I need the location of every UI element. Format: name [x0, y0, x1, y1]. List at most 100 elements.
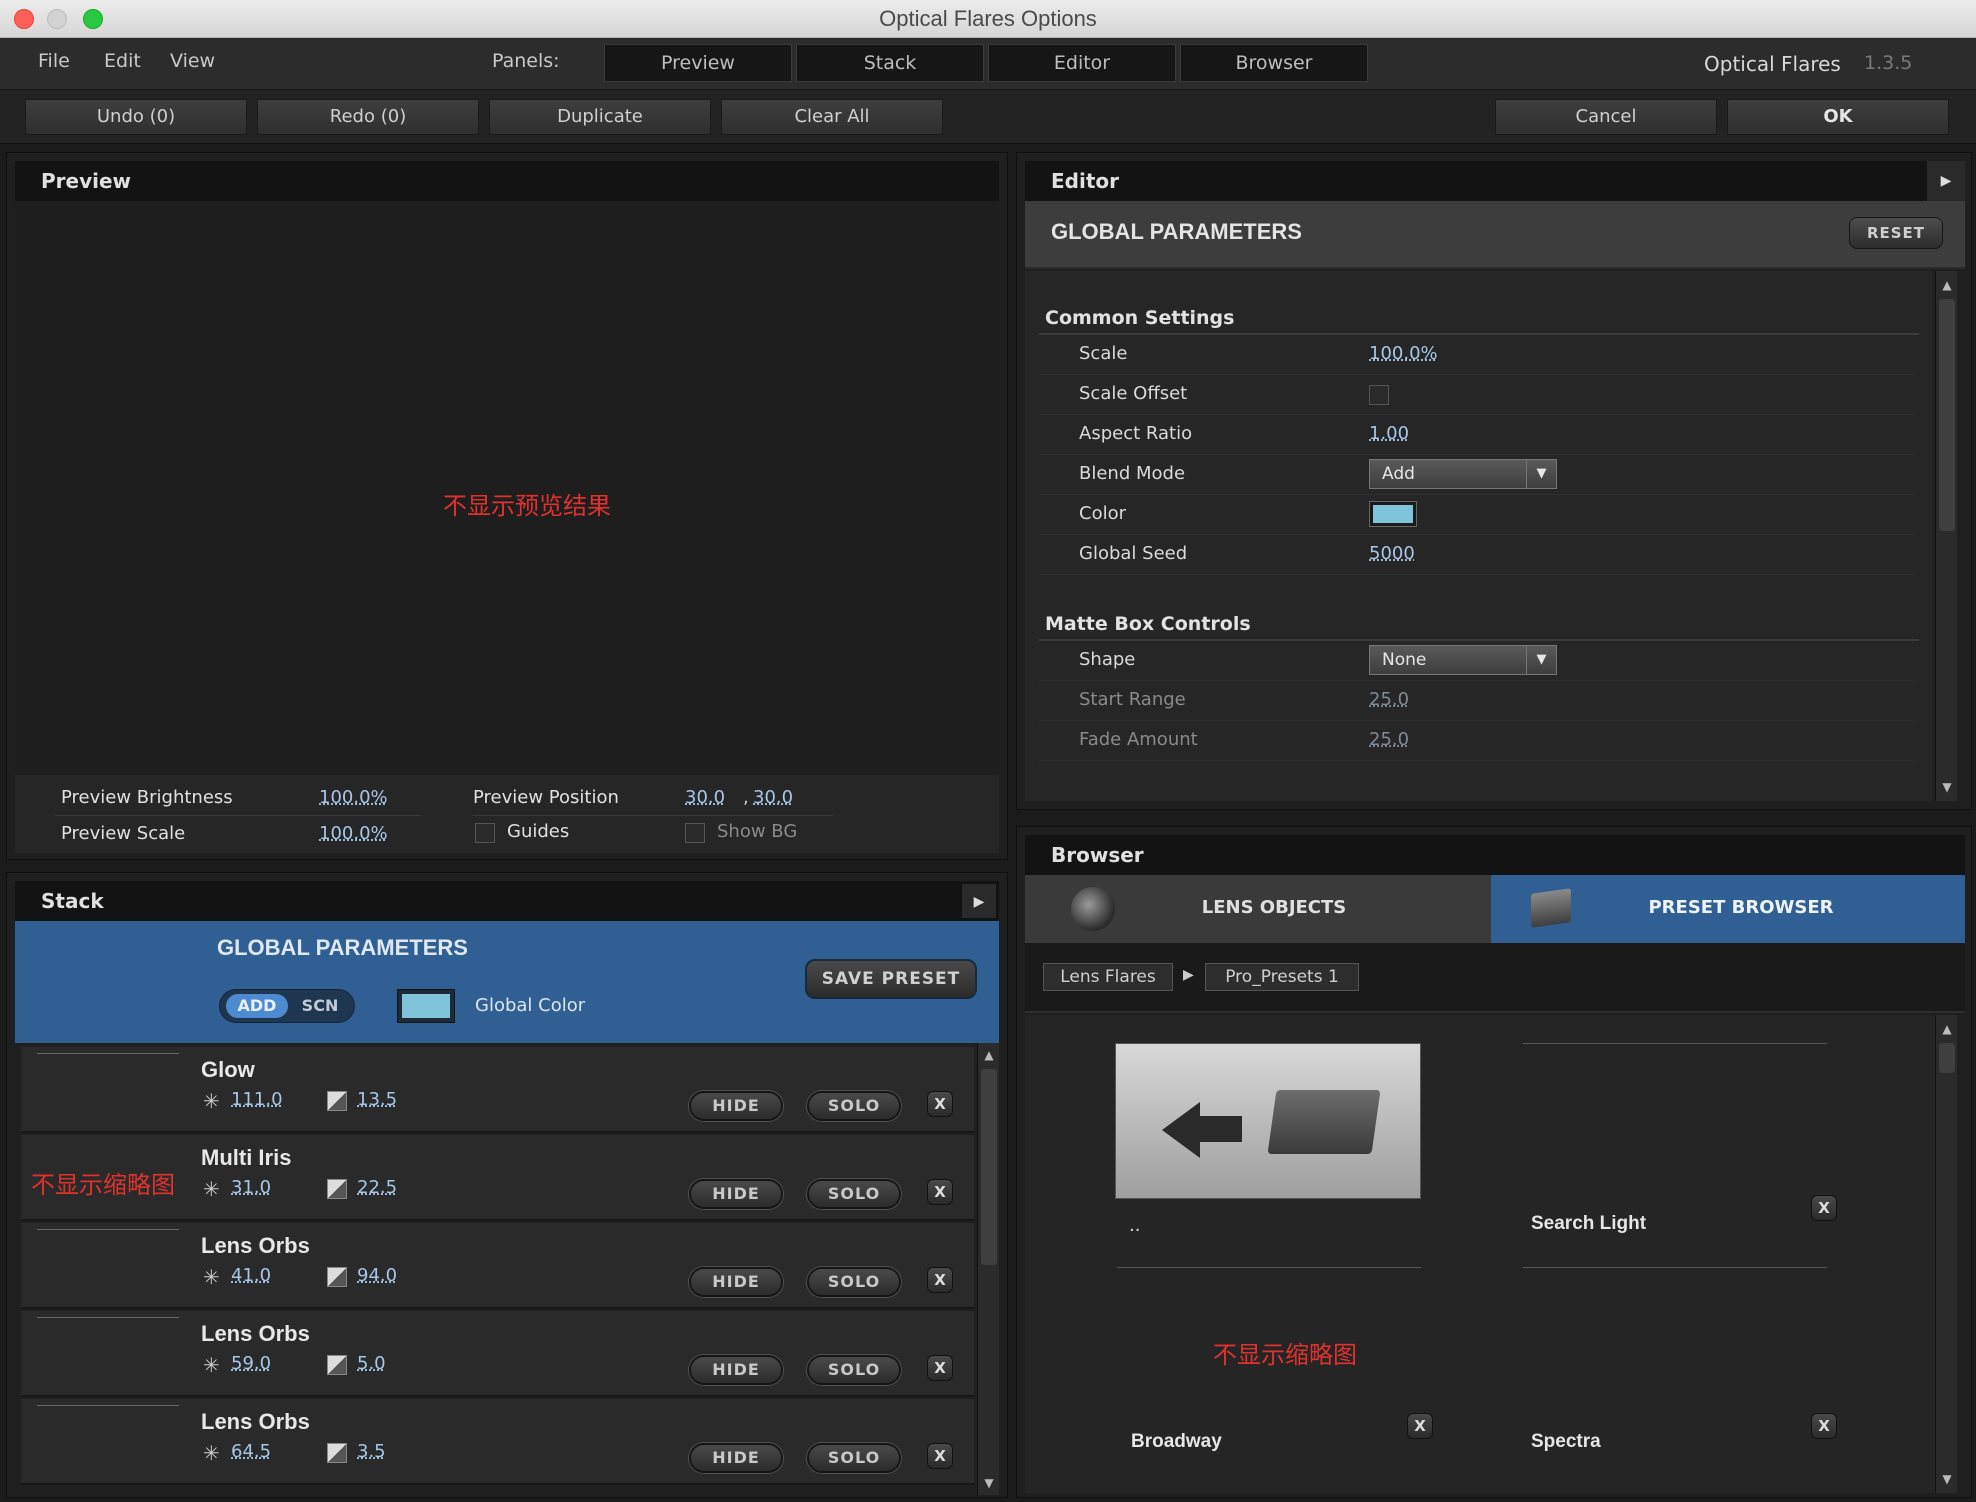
duplicate-button[interactable]: Duplicate: [489, 99, 711, 135]
toolbar: Undo (0) Redo (0) Duplicate Clear All Ca…: [0, 90, 1976, 144]
panel-tab-stack[interactable]: Stack: [796, 44, 984, 82]
scroll-down-icon[interactable]: ▼: [1936, 1469, 1958, 1489]
fade-amount-value[interactable]: 25.0: [1369, 729, 1409, 750]
color-swatch[interactable]: [1369, 501, 1417, 527]
stack-row-scale[interactable]: 3.5: [357, 1441, 386, 1462]
solo-button[interactable]: SOLO: [807, 1179, 901, 1209]
menu-view[interactable]: View: [170, 50, 215, 72]
stack-row-brightness[interactable]: 64.5: [231, 1441, 271, 1462]
panel-tab-preview[interactable]: Preview: [604, 44, 792, 82]
stack-row-brightness[interactable]: 31.0: [231, 1177, 271, 1198]
menu-edit[interactable]: Edit: [104, 50, 141, 72]
stack-row[interactable]: Lens Orbs ✳ 59.0 5.0 HIDE SOLO X: [21, 1311, 974, 1397]
remove-preset-button[interactable]: X: [1407, 1413, 1433, 1439]
save-preset-button[interactable]: SAVE PRESET: [805, 959, 977, 999]
undo-button[interactable]: Undo (0): [25, 99, 247, 135]
scroll-up-icon[interactable]: ▲: [1936, 275, 1958, 295]
redo-button[interactable]: Redo (0): [257, 99, 479, 135]
preview-panel-title: Preview: [15, 161, 999, 201]
panel-tab-browser[interactable]: Browser: [1180, 44, 1368, 82]
solo-button[interactable]: SOLO: [807, 1355, 901, 1385]
start-range-value[interactable]: 25.0: [1369, 689, 1409, 710]
add-mode-button[interactable]: ADD: [226, 994, 288, 1018]
preview-position-x[interactable]: 30.0: [685, 787, 725, 808]
aspect-ratio-label: Aspect Ratio: [1079, 423, 1193, 444]
editor-scrollbar[interactable]: ▲ ▼: [1935, 271, 1957, 801]
breadcrumb-lens-flares[interactable]: Lens Flares: [1043, 963, 1173, 991]
stack-expand-arrow-icon[interactable]: ▶: [961, 883, 997, 919]
stack-global-header[interactable]: GLOBAL PARAMETERS ADD SCN Global Color S…: [15, 921, 999, 1043]
remove-button[interactable]: X: [927, 1091, 953, 1117]
preview-scale-value[interactable]: 100.0%: [319, 823, 388, 844]
cancel-button[interactable]: Cancel: [1495, 99, 1717, 135]
menu-file[interactable]: File: [38, 50, 70, 72]
global-seed-label: Global Seed: [1079, 543, 1188, 564]
scroll-up-icon[interactable]: ▲: [1936, 1019, 1958, 1039]
solo-button[interactable]: SOLO: [807, 1443, 901, 1473]
scroll-thumb[interactable]: [981, 1069, 997, 1265]
show-bg-checkbox[interactable]: [685, 823, 705, 843]
shape-select[interactable]: None ▼: [1369, 645, 1557, 675]
stack-row-scale[interactable]: 22.5: [357, 1177, 397, 1198]
tab-preset-browser-label: PRESET BROWSER: [1648, 897, 1834, 918]
stack-row-scale[interactable]: 94.0: [357, 1265, 397, 1286]
remove-button[interactable]: X: [927, 1443, 953, 1469]
scroll-up-icon[interactable]: ▲: [978, 1045, 1000, 1065]
ok-button[interactable]: OK: [1727, 99, 1949, 135]
clear-all-button[interactable]: Clear All: [721, 99, 943, 135]
stack-row[interactable]: 不显示缩略图 Multi Iris ✳ 31.0 22.5 HIDE SOLO …: [21, 1135, 974, 1221]
solo-button[interactable]: SOLO: [807, 1267, 901, 1297]
scroll-thumb[interactable]: [1939, 1043, 1955, 1073]
tab-lens-objects[interactable]: LENS OBJECTS: [1025, 875, 1491, 943]
stack-row[interactable]: Lens Orbs ✳ 41.0 94.0 HIDE SOLO X: [21, 1223, 974, 1309]
stack-row[interactable]: Lens Orbs ✳ 64.5 3.5 HIDE SOLO X: [21, 1399, 974, 1485]
stack-row-brightness[interactable]: 41.0: [231, 1265, 271, 1286]
preview-viewport[interactable]: 不显示预览结果: [15, 201, 999, 775]
preset-item-spectra[interactable]: Spectra: [1531, 1431, 1601, 1453]
hide-button[interactable]: HIDE: [689, 1091, 783, 1121]
panel-tab-editor[interactable]: Editor: [988, 44, 1176, 82]
preset-item-up-folder[interactable]: [1115, 1043, 1421, 1199]
solo-button[interactable]: SOLO: [807, 1091, 901, 1121]
preset-item-broadway[interactable]: Broadway: [1131, 1431, 1222, 1453]
stack-row-name: Lens Orbs: [201, 1233, 310, 1258]
hide-button[interactable]: HIDE: [689, 1443, 783, 1473]
remove-button[interactable]: X: [927, 1267, 953, 1293]
scroll-down-icon[interactable]: ▼: [1936, 777, 1958, 797]
stack-row-scale[interactable]: 5.0: [357, 1353, 386, 1374]
scroll-down-icon[interactable]: ▼: [978, 1473, 1000, 1493]
aspect-ratio-value[interactable]: 1.00: [1369, 423, 1409, 444]
preset-item-search-light[interactable]: Search Light: [1531, 1213, 1646, 1235]
editor-row-color: Color: [1039, 495, 1914, 535]
breadcrumb-pro-presets[interactable]: Pro_Presets 1: [1205, 963, 1359, 991]
preview-brightness-value[interactable]: 100.0%: [319, 787, 388, 808]
panels-label: Panels:: [492, 50, 560, 72]
scn-mode-button[interactable]: SCN: [290, 994, 350, 1018]
tab-preset-browser[interactable]: PRESET BROWSER: [1491, 875, 1965, 943]
blend-mode-select[interactable]: Add ▼: [1369, 459, 1557, 489]
stack-row-scale[interactable]: 13.5: [357, 1089, 397, 1110]
scale-label: Scale: [1079, 343, 1128, 364]
scale-offset-checkbox[interactable]: [1369, 385, 1389, 405]
stack-row[interactable]: Glow ✳ 111.0 13.5 HIDE SOLO X: [21, 1047, 974, 1133]
stack-row-brightness[interactable]: 59.0: [231, 1353, 271, 1374]
scroll-thumb[interactable]: [1939, 299, 1955, 531]
browser-scrollbar[interactable]: ▲ ▼: [1935, 1015, 1957, 1493]
hide-button[interactable]: HIDE: [689, 1179, 783, 1209]
global-color-swatch[interactable]: [397, 989, 455, 1023]
guides-checkbox[interactable]: [475, 823, 495, 843]
global-seed-value[interactable]: 5000: [1369, 543, 1415, 564]
preview-position-y[interactable]: 30.0: [753, 787, 793, 808]
editor-expand-arrow-icon[interactable]: ▶: [1927, 161, 1965, 201]
hide-button[interactable]: HIDE: [689, 1355, 783, 1385]
reset-button[interactable]: RESET: [1849, 217, 1943, 249]
stack-row-brightness[interactable]: 111.0: [231, 1089, 283, 1110]
hide-button[interactable]: HIDE: [689, 1267, 783, 1297]
remove-button[interactable]: X: [927, 1179, 953, 1205]
remove-button[interactable]: X: [927, 1355, 953, 1381]
scale-value[interactable]: 100.0%: [1369, 343, 1438, 364]
remove-preset-button[interactable]: X: [1811, 1413, 1837, 1439]
chevron-down-icon: ▼: [1526, 646, 1556, 674]
stack-scrollbar[interactable]: ▲ ▼: [977, 1043, 999, 1495]
remove-preset-button[interactable]: X: [1811, 1195, 1837, 1221]
